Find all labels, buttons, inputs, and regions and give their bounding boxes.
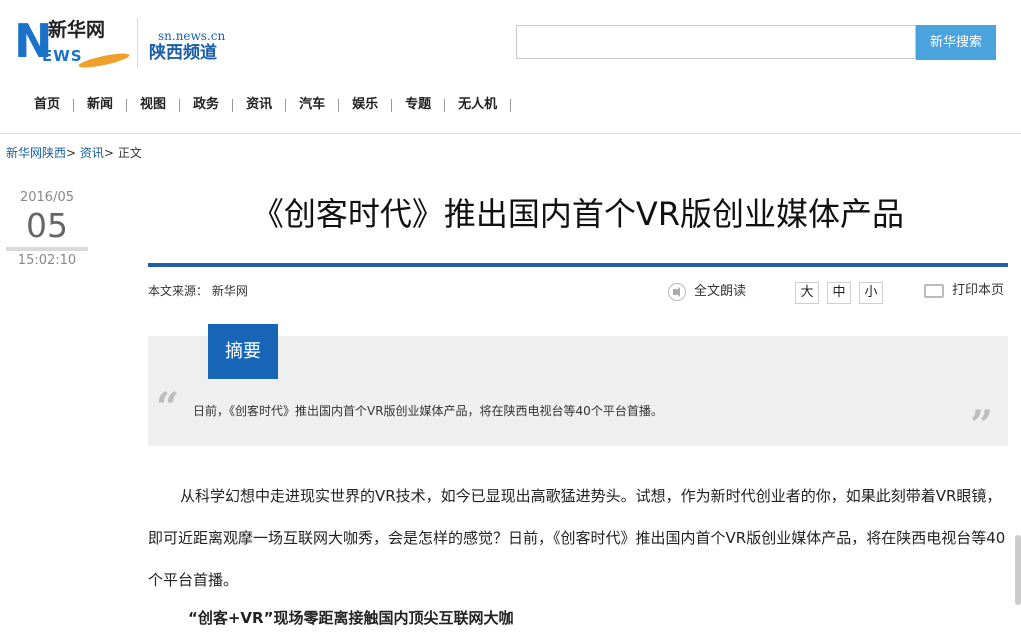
read-aloud-button[interactable]: 全文朗读 [668,283,746,301]
print-button[interactable]: 打印本页 [924,283,1004,299]
open-quote-icon: “ [156,384,180,431]
breadcrumb: 新华网陕西> 资讯> 正文 [6,145,142,161]
article-paragraph: 从科学幻想中走进现实世界的VR技术，如今已显现出高歌猛进势头。试想，作为新时代创… [148,487,1006,589]
search-input[interactable] [516,25,916,59]
nav-item[interactable]: 视图 [127,96,179,114]
logo-cn: 新华网 [48,19,106,41]
breadcrumb-section[interactable]: 资讯 [80,146,104,160]
nav-item[interactable]: 资讯 [233,96,285,114]
summary-text: 日前，《创客时代》推出国内首个VR版创业媒体产品，将在陕西电视台等40个平台首播… [193,404,663,418]
breadcrumb-sep: > [103,146,114,160]
read-aloud-label: 全文朗读 [694,284,747,299]
nav-item[interactable]: 娱乐 [339,96,391,114]
nav-separator [510,98,512,112]
nav-item[interactable]: 新闻 [74,96,126,114]
article-subheading: “创客+VR”现场零距离接触国内顶尖互联网大咖 [188,609,514,627]
nav-item[interactable]: 专题 [392,96,444,114]
article-title: 《创客时代》推出国内首个VR版创业媒体产品 [251,195,905,233]
search-button[interactable]: 新华搜索 [916,25,996,60]
main-nav: 首页 新闻 视图 政务 资讯 汽车 娱乐 专题 无人机 [21,96,512,114]
print-label: 打印本页 [952,283,1005,298]
nav-item[interactable]: 无人机 [445,96,510,114]
font-size-small-button[interactable]: 小 [859,282,883,304]
channel-name[interactable]: 陕西频道 [149,42,217,64]
xinhua-logo[interactable]: N 新华网 EWS [14,18,131,71]
date-divider [6,247,88,251]
date-year-month: 2016/05 [19,190,74,205]
scrollbar-thumb[interactable] [1015,535,1021,605]
article-source: 本文来源： 新华网 [148,284,248,298]
nav-item[interactable]: 汽车 [286,96,338,114]
close-quote-icon: ” [970,402,994,449]
nav-item[interactable]: 首页 [21,96,73,114]
font-size-medium-button[interactable]: 中 [827,282,851,304]
title-rule [148,263,1008,267]
date-time: 15:02:10 [17,253,77,268]
breadcrumb-home[interactable]: 新华网陕西 [6,146,66,160]
header-divider [0,133,1021,134]
font-size-large-button[interactable]: 大 [795,282,819,304]
nav-item[interactable]: 政务 [180,96,232,114]
speaker-icon [668,283,686,301]
date-day: 05 [26,206,68,245]
breadcrumb-sep: > [66,146,77,160]
logo-swoosh-icon [77,50,131,71]
summary-label: 摘要 [208,324,278,379]
logo-divider [137,18,138,68]
breadcrumb-current: 正文 [117,146,142,160]
printer-icon [924,284,944,298]
logo-ews: EWS [42,47,83,65]
